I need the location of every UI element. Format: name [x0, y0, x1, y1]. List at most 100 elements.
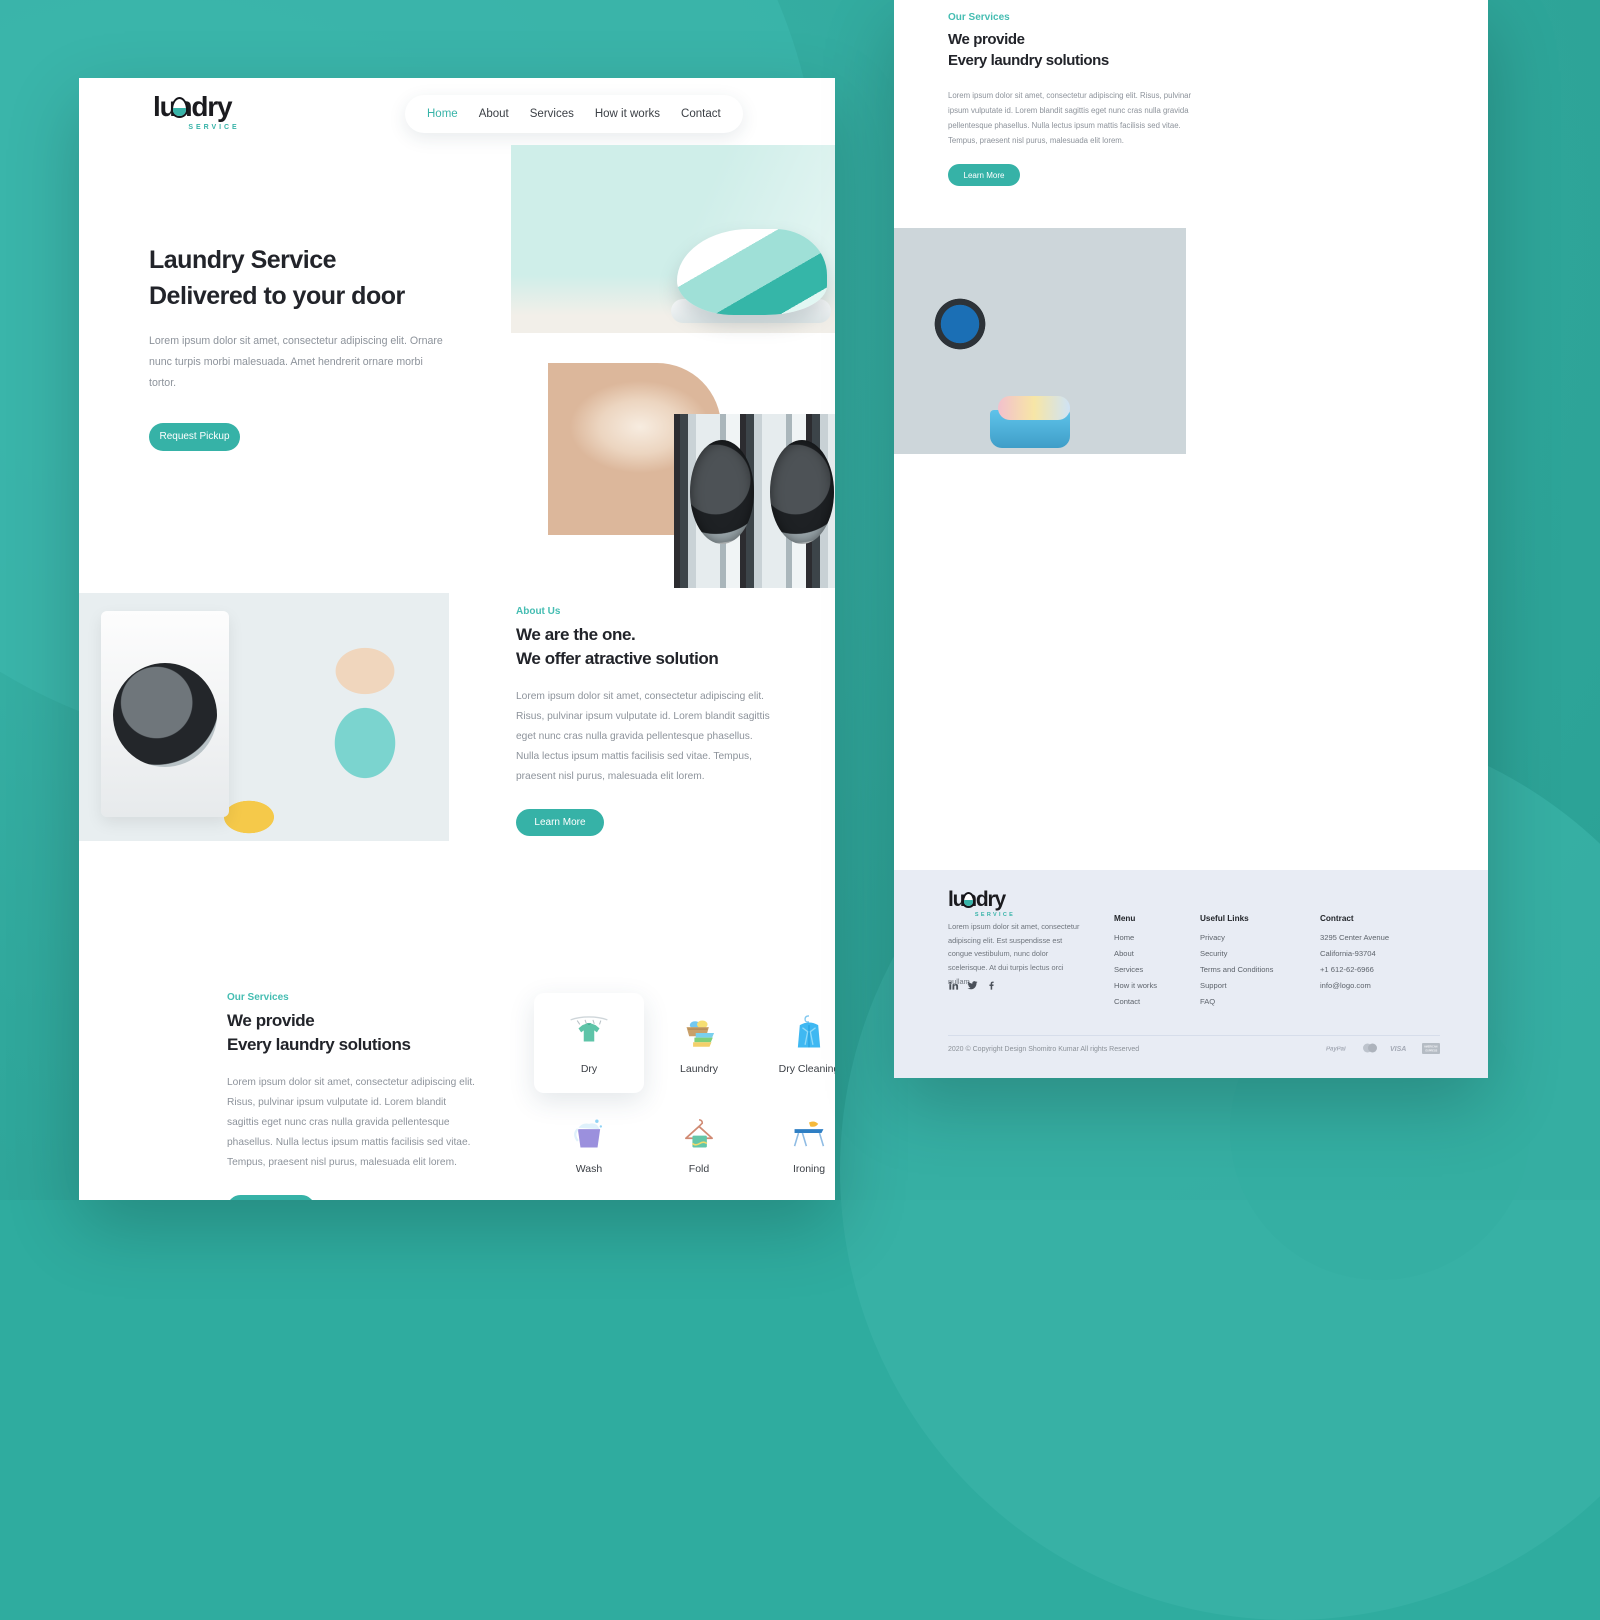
hero-photo-clothes-rack-and-iron [511, 145, 835, 333]
hanger-towel-icon [685, 1118, 713, 1147]
services-title-line-2: Every laundry solutions [948, 52, 1109, 70]
footer-copyright: 2020 © Copyright Design Shomitro Kumar A… [948, 1046, 1140, 1053]
footer-address-city: California-93704 [1320, 949, 1376, 958]
services-description: Lorem ipsum dolor sit amet, consectetur … [227, 1077, 476, 1168]
svg-text:EXPRESS: EXPRESS [1426, 1049, 1438, 1052]
about-description: Lorem ipsum dolor sit amet, consectetur … [516, 691, 770, 782]
service-card-ironing[interactable]: Ironing [754, 1093, 835, 1193]
services-eyebrow: Our Services [948, 12, 1010, 23]
footer-column-title: Useful Links [1200, 914, 1249, 923]
footer-logo[interactable]: l undry Service [948, 888, 1028, 918]
service-label: Laundry [680, 1062, 718, 1075]
nav-item-services[interactable]: Services [530, 108, 574, 120]
footer-link-services[interactable]: Services [1114, 965, 1157, 974]
footer-link-how-it-works[interactable]: How it works [1114, 981, 1157, 990]
nav-item-how-it-works[interactable]: How it works [595, 108, 660, 120]
request-pickup-button[interactable]: Request Pickup [149, 422, 240, 451]
service-card-dry-cleaning[interactable]: Dry Cleaning [754, 993, 835, 1093]
washer-drum [690, 440, 754, 544]
footer-email[interactable]: info@logo.com [1320, 981, 1389, 990]
footer-address-street: 3295 Center Avenue [1320, 933, 1390, 942]
garment-bag-icon [797, 1014, 821, 1047]
twitter-icon[interactable] [967, 980, 978, 991]
footer-link-support[interactable]: Support [1200, 981, 1273, 990]
laundry-basket-icon [686, 1020, 715, 1047]
washer-drum [770, 440, 834, 544]
svg-text:AMERICAN: AMERICAN [1424, 1045, 1438, 1048]
services-eyebrow: Our Services [227, 992, 289, 1003]
mastercard-icon [1363, 1043, 1377, 1053]
footer-divider [948, 1035, 1440, 1036]
service-card-fold[interactable]: Fold [644, 1093, 754, 1193]
footer-link-privacy[interactable]: Privacy [1200, 933, 1273, 942]
hero-copy-block: Laundry Service Delivered to your door L… [149, 243, 449, 451]
about-title-line-1: We are the one. [516, 625, 636, 644]
logo-letter-l: l [153, 91, 161, 122]
services-learn-more-button[interactable]: Learn More [227, 1194, 315, 1200]
services-learn-more-button[interactable]: Learn More [948, 164, 1020, 187]
logo-letters-undry: undry [952, 888, 1007, 911]
laundry-linens-shape [998, 396, 1070, 420]
footer-column-title: Menu [1114, 914, 1136, 923]
svg-text:VISA: VISA [1390, 1046, 1406, 1053]
services-title: We provide Every laundry solutions [948, 29, 1198, 72]
hero-description: Lorem ipsum dolor sit amet, consectetur … [149, 335, 443, 390]
logo-subtitle: Service [974, 911, 1016, 918]
services-title-line-2: Every laundry solutions [227, 1035, 411, 1055]
landing-page-top-mockup: l undry Service Home About Services How i… [79, 78, 835, 1200]
hero-title-line-2: Delivered to your door [149, 281, 405, 310]
footer-link-terms[interactable]: Terms and Conditions [1200, 965, 1273, 974]
footer-link-about[interactable]: About [1114, 949, 1157, 958]
about-title-line-2: We offer atractive solution [516, 649, 719, 669]
footer-link-home[interactable]: Home [1114, 933, 1157, 942]
hero-title-line-1: Laundry Service [149, 246, 337, 274]
logo-letter-l: l [948, 888, 954, 911]
footer-link-contact[interactable]: Contact [1114, 997, 1157, 1006]
footer-phone[interactable]: +1 612-62-6966 [1320, 965, 1389, 974]
site-logo[interactable]: l undry Service [153, 91, 257, 131]
footer-column-contract: Contract 3295 Center Avenue California-9… [1320, 914, 1389, 997]
about-section: About Us We are the one. We offer atract… [516, 606, 776, 836]
services-title-line-1: We provide [948, 31, 1025, 48]
service-card-laundry[interactable]: Laundry [644, 993, 754, 1093]
svg-text:PayPal: PayPal [1326, 1046, 1346, 1052]
nav-item-about[interactable]: About [479, 108, 509, 120]
nav-item-home[interactable]: Home [427, 108, 458, 120]
ironing-board-icon [793, 1120, 825, 1146]
iron-body-shape [677, 229, 827, 315]
services-description: Lorem ipsum dolor sit amet, consectetur … [948, 90, 1192, 146]
footer-column-menu: Menu Home About Services How it works Co… [1114, 914, 1157, 1013]
visa-icon: VISA [1390, 1046, 1406, 1053]
tshirt-on-line-icon [570, 1015, 608, 1042]
service-card-wash[interactable]: Wash [534, 1093, 644, 1193]
footer-link-faq[interactable]: FAQ [1200, 997, 1273, 1006]
footer-about-text: Lorem ipsum dolor sit amet, consectetur … [948, 922, 1080, 986]
services-section-repeat: Our Services We provide Every laundry so… [948, 12, 1198, 187]
facebook-icon[interactable] [986, 980, 997, 991]
about-title: We are the one. We offer atractive solut… [516, 623, 776, 671]
about-learn-more-button[interactable]: Learn More [516, 808, 604, 836]
services-icon-grid: Dry Laundry Dry Cleaning Wash Fold Ironi… [534, 993, 835, 1193]
service-label: Dry Cleaning [778, 1062, 835, 1075]
logo-droplet-icon [171, 97, 188, 118]
service-card-dry[interactable]: Dry [534, 993, 644, 1093]
nav-item-contact[interactable]: Contact [681, 108, 721, 120]
footer-column-useful-links: Useful Links Privacy Security Terms and … [1200, 914, 1273, 1013]
logo-wordmark: l undry [153, 91, 233, 122]
logo-wordmark: l undry [948, 888, 1007, 911]
service-label: Wash [575, 1162, 603, 1175]
about-eyebrow: About Us [516, 606, 561, 617]
hero-title: Laundry Service Delivered to your door [149, 243, 449, 314]
site-footer: l undry Service Lorem ipsum dolor sit ame… [894, 870, 1488, 1078]
about-photo-woman-with-washer [79, 593, 449, 841]
how-it-works-photo-laundromat [894, 228, 1186, 454]
service-label: Fold [688, 1162, 710, 1175]
hero-photo-washer-row [674, 414, 835, 588]
amex-icon: AMERICAN EXPRESS [1422, 1042, 1440, 1054]
logo-droplet-icon [961, 892, 975, 908]
footer-link-security[interactable]: Security [1200, 949, 1273, 958]
linkedin-icon[interactable] [948, 980, 959, 991]
landing-page-bottom-mockup: Our Services We provide Every laundry so… [894, 0, 1488, 1078]
services-title-line-1: We provide [227, 1011, 315, 1030]
paypal-icon: PayPal [1326, 1046, 1346, 1052]
